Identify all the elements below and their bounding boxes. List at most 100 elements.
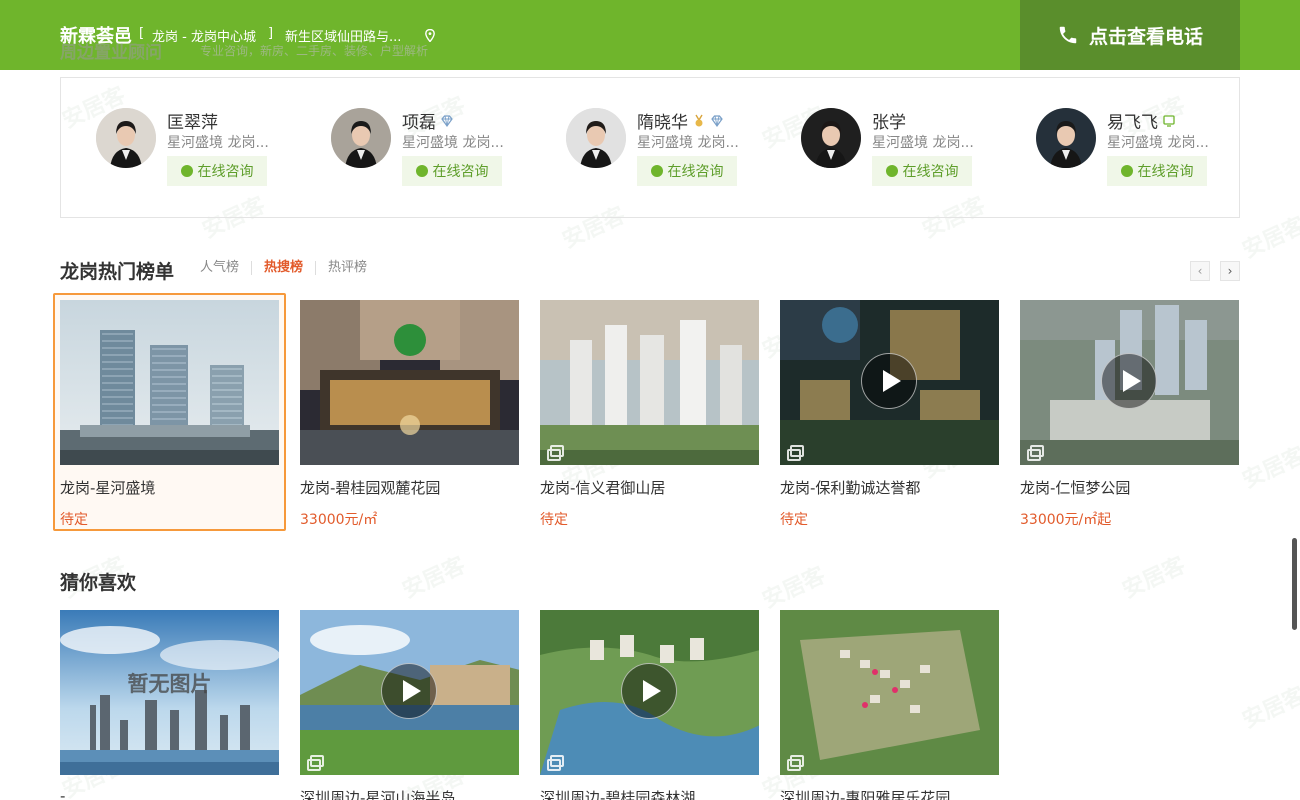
property-title[interactable]: 深圳周边-碧桂园森林湖 — [540, 787, 759, 800]
consultant-name-row: 张学 — [872, 108, 906, 133]
consultant-name[interactable]: 项磊 — [402, 108, 436, 133]
consultant-name[interactable]: 易飞飞 — [1107, 108, 1158, 133]
consultant-name-row: 匡翠萍 — [167, 108, 218, 133]
play-video-icon[interactable] — [1101, 353, 1157, 409]
avatar-photo — [331, 108, 391, 168]
property-image[interactable] — [780, 300, 999, 465]
tab-popularity[interactable]: 人气榜 — [200, 261, 251, 275]
consultant-name-row: 隋晓华 — [637, 108, 724, 133]
consultant-name[interactable]: 张学 — [872, 108, 906, 133]
online-consult-label: 在线咨询 — [197, 164, 254, 180]
property-image[interactable]: 暂无图片 — [60, 610, 279, 775]
online-consult-label: 在线咨询 — [1137, 164, 1194, 180]
chat-icon — [415, 160, 428, 177]
consultant-card: 隋晓华 星河盛境 龙岗... 在线咨询 — [566, 108, 786, 198]
avatar[interactable] — [566, 108, 626, 168]
photo-album-icon — [787, 445, 804, 461]
property-image[interactable] — [300, 300, 519, 465]
consultant-project: 星河盛境 龙岗... — [872, 135, 974, 151]
view-phone-label: 点击查看电话 — [1088, 25, 1203, 48]
consultant-card: 张学 星河盛境 龙岗... 在线咨询 — [801, 108, 1021, 198]
property-title[interactable]: - — [60, 787, 279, 800]
consultant-panel: 匡翠萍 星河盛境 龙岗... 在线咨询 项磊 星河盛境 龙岗... 在线咨询 — [60, 77, 1240, 218]
photo-album-icon — [307, 755, 324, 771]
consultant-name-row: 项磊 — [402, 108, 454, 133]
avatar[interactable] — [331, 108, 391, 168]
consultant-name[interactable]: 隋晓华 — [637, 108, 688, 133]
property-card[interactable]: 深圳周边-星河山海半岛 — [300, 610, 519, 800]
area-bracket-close: ] — [268, 26, 274, 41]
hot-list-tabs: 人气榜 热搜榜 热评榜 — [200, 261, 379, 275]
property-card[interactable]: 暂无图片 - — [60, 610, 279, 800]
property-image[interactable] — [780, 610, 999, 775]
watermark-text: 安居客 — [1238, 212, 1300, 264]
avatar[interactable] — [1036, 108, 1096, 168]
play-video-icon[interactable] — [621, 663, 677, 719]
property-card[interactable]: 龙岗-碧桂园观麓花园 33000元/㎡ — [300, 300, 519, 529]
consultant-project: 星河盛境 龙岗... — [1107, 135, 1209, 151]
consultant-card: 易飞飞 星河盛境 龙岗... 在线咨询 — [1036, 108, 1256, 198]
property-price: 33000元/㎡ — [300, 512, 378, 528]
photo-album-icon — [547, 755, 564, 771]
watermark-text: 安居客 — [758, 562, 830, 614]
guess-title: 猜你喜欢 — [60, 572, 137, 594]
avatar-photo — [1036, 108, 1096, 168]
online-consult-button[interactable]: 在线咨询 — [637, 156, 737, 186]
property-price: 待定 — [540, 512, 568, 528]
location-pin-icon[interactable] — [425, 29, 435, 42]
online-consult-button[interactable]: 在线咨询 — [872, 156, 972, 186]
online-consult-button[interactable]: 在线咨询 — [1107, 156, 1207, 186]
property-title[interactable]: 龙岗-信义君御山居 — [540, 477, 759, 498]
avatar-photo — [566, 108, 626, 168]
tab-hot-search[interactable]: 热搜榜 — [251, 261, 315, 275]
property-card[interactable]: 深圳周边-碧桂园森林湖 — [540, 610, 759, 800]
property-title[interactable]: 龙岗-仁恒梦公园 — [1020, 477, 1239, 498]
property-title[interactable]: 龙岗-碧桂园观麓花园 — [300, 477, 519, 498]
property-card[interactable]: 深圳周边-惠阳雅居乐花园 — [780, 610, 999, 800]
avatar[interactable] — [96, 108, 156, 168]
consultant-project: 星河盛境 龙岗... — [637, 135, 739, 151]
play-video-icon[interactable] — [381, 663, 437, 719]
online-consult-label: 在线咨询 — [902, 164, 959, 180]
view-phone-button[interactable]: 点击查看电话 — [1020, 0, 1240, 70]
property-image[interactable] — [1020, 300, 1239, 465]
property-title[interactable]: 龙岗-星河盛境 — [60, 477, 279, 498]
property-image[interactable] — [300, 610, 519, 775]
consultant-name[interactable]: 匡翠萍 — [167, 108, 218, 133]
property-image[interactable] — [540, 610, 759, 775]
property-title[interactable]: 深圳周边-星河山海半岛 — [300, 787, 519, 800]
photo-album-icon — [547, 445, 564, 461]
chat-icon — [1120, 160, 1133, 177]
scrollbar-thumb[interactable] — [1292, 538, 1297, 630]
watermark-text: 安居客 — [1118, 552, 1190, 604]
next-arrow-button[interactable]: › — [1220, 261, 1240, 281]
property-card[interactable]: 龙岗-仁恒梦公园 33000元/㎡起 — [1020, 300, 1239, 529]
play-video-icon[interactable] — [861, 353, 917, 409]
no-image-text: 暂无图片 — [127, 672, 212, 696]
watermark-text: 安居客 — [398, 552, 470, 604]
hot-list-title: 龙岗热门榜单 — [60, 261, 175, 283]
property-card[interactable]: 龙岗-信义君御山居 待定 — [540, 300, 759, 529]
property-card[interactable]: 龙岗-保利勤诚达誉都 待定 — [780, 300, 999, 529]
consultant-name-row: 易飞飞 — [1107, 108, 1176, 133]
property-image[interactable] — [60, 300, 279, 465]
property-image[interactable] — [540, 300, 759, 465]
property-card[interactable]: 龙岗-星河盛境 待定 — [60, 300, 279, 529]
tab-hot-review[interactable]: 热评榜 — [315, 261, 379, 275]
chat-icon — [885, 160, 898, 177]
watermark-text: 安居客 — [1238, 682, 1300, 734]
chat-icon — [650, 160, 663, 177]
consultant-project: 星河盛境 龙岗... — [402, 135, 504, 151]
chat-icon — [180, 160, 193, 177]
diamond-icon — [441, 114, 453, 127]
consultant-project: 星河盛境 龙岗... — [167, 135, 269, 151]
property-title[interactable]: 龙岗-保利勤诚达誉都 — [780, 477, 999, 498]
online-consult-button[interactable]: 在线咨询 — [402, 156, 502, 186]
consultant-card: 项磊 星河盛境 龙岗... 在线咨询 — [331, 108, 551, 198]
medal-icon — [695, 114, 703, 126]
online-consult-button[interactable]: 在线咨询 — [167, 156, 267, 186]
property-price: 待定 — [780, 512, 808, 528]
property-title[interactable]: 深圳周边-惠阳雅居乐花园 — [780, 787, 999, 800]
prev-arrow-button[interactable]: ‹ — [1190, 261, 1210, 281]
avatar[interactable] — [801, 108, 861, 168]
